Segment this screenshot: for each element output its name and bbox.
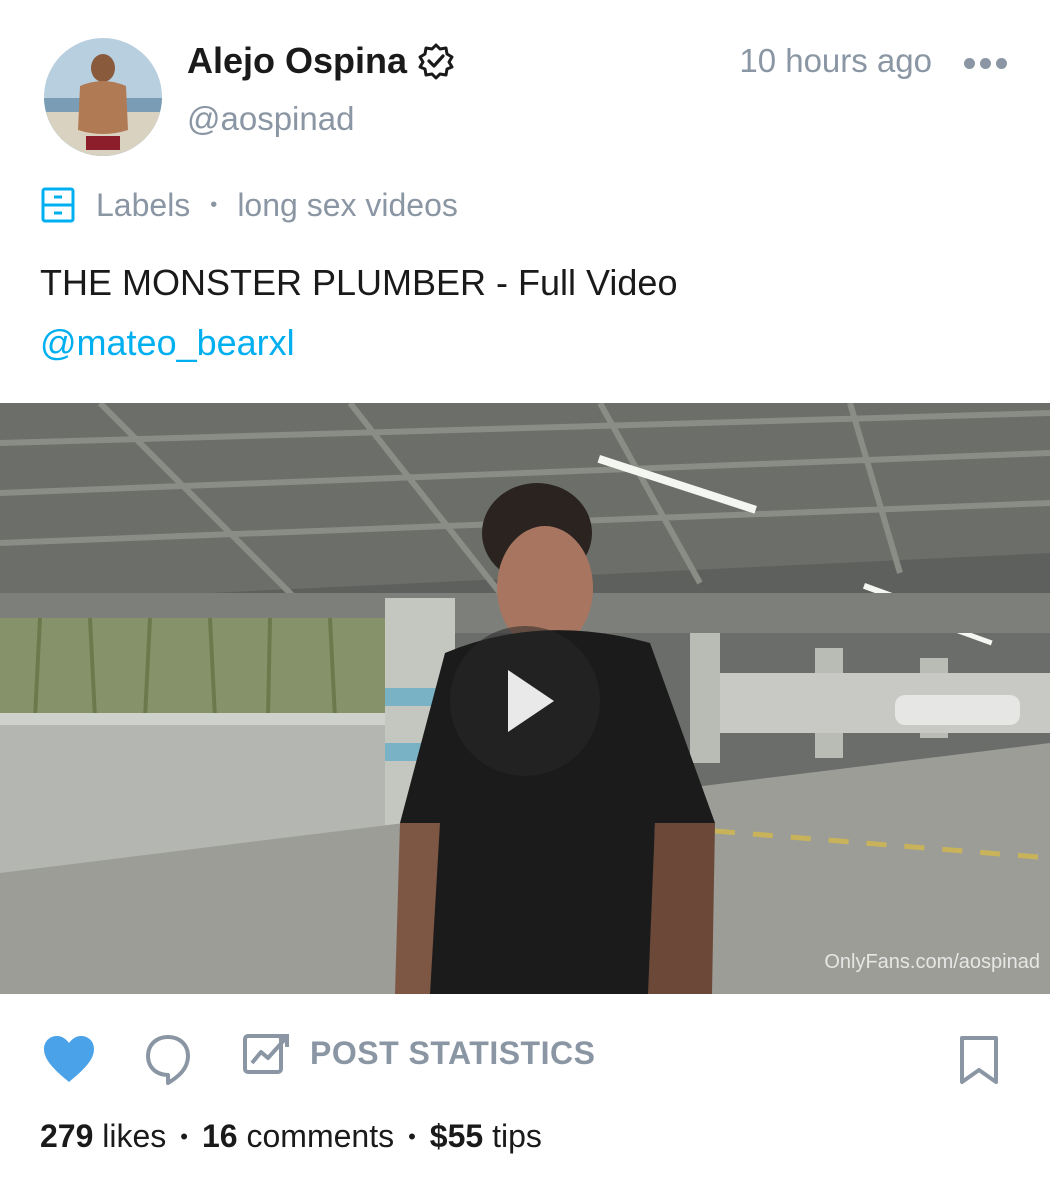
video-watermark: OnlyFans.com/aospinad (824, 951, 1040, 973)
label-separator: • (210, 193, 218, 216)
post-statistics-button[interactable]: POST STATISTICS (242, 1030, 595, 1076)
count-separator: • (180, 1123, 188, 1149)
post-header: Alejo Ospina @aospinad 10 hours ago (0, 0, 1050, 170)
comments-word: comments (246, 1118, 395, 1154)
label-value[interactable]: long sex videos (237, 187, 458, 224)
author-handle[interactable]: @aospinad (187, 100, 354, 138)
bookmark-icon[interactable] (958, 1034, 1000, 1086)
labels-icon (41, 187, 75, 223)
tips-word: tips (492, 1118, 542, 1154)
labels-label: Labels (96, 186, 191, 223)
chart-icon (243, 1034, 289, 1074)
verified-badge-icon (418, 43, 454, 80)
comment-icon[interactable] (144, 1033, 192, 1087)
mention-link[interactable]: @mateo_bearxl (40, 322, 295, 364)
post-time: 10 hours ago (739, 42, 932, 79)
post-title: THE MONSTER PLUMBER - Full Video (40, 262, 678, 303)
more-options-icon[interactable] (964, 52, 1008, 76)
likes-count: 279 (40, 1118, 94, 1154)
play-icon[interactable] (450, 626, 600, 776)
author-name[interactable]: Alejo Ospina (187, 40, 407, 82)
action-bar: POST STATISTICS (0, 1030, 1050, 1090)
likes-word: likes (102, 1118, 167, 1154)
post-statistics-label: POST STATISTICS (310, 1034, 596, 1071)
heart-icon[interactable] (42, 1034, 96, 1084)
post-counts: 279 likes • 16 comments • $55 tips (40, 1118, 542, 1155)
tips-amount: $55 (429, 1118, 484, 1154)
comments-count: 16 (202, 1118, 238, 1154)
labels-row[interactable]: Labels • long sex videos (40, 186, 458, 224)
count-separator: • (408, 1123, 416, 1149)
avatar[interactable] (44, 38, 162, 156)
